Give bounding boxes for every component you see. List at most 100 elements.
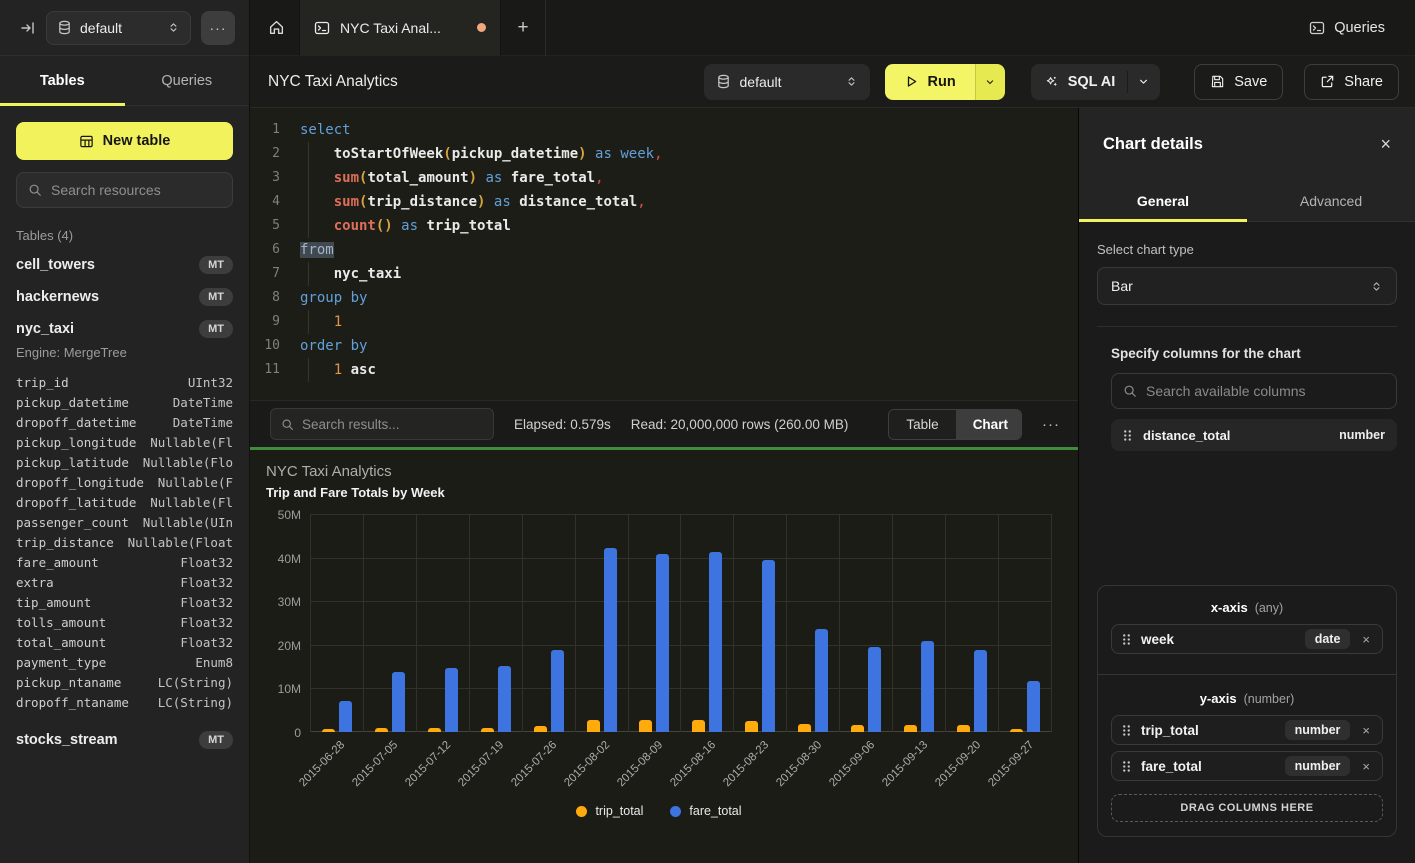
y-axis-tick: 30M bbox=[261, 595, 301, 609]
divider bbox=[1097, 326, 1397, 327]
y-axis-chip-fare-total[interactable]: fare_total number × bbox=[1111, 751, 1383, 781]
new-table-button[interactable]: New table bbox=[16, 122, 233, 160]
column-name: passenger_count bbox=[16, 515, 129, 530]
x-axis-label: 2015-07-05 bbox=[351, 739, 401, 789]
type-badge: date bbox=[1305, 629, 1351, 649]
line-number: 2 bbox=[250, 142, 280, 166]
chart-plot: 010M20M30M40M50M bbox=[310, 514, 1052, 732]
available-column-chip[interactable]: distance_total number bbox=[1111, 419, 1397, 451]
code-line: order by bbox=[300, 334, 1078, 358]
table-name: stocks_stream bbox=[16, 732, 118, 748]
table-row[interactable]: hackernewsMT bbox=[0, 281, 249, 313]
engine-badge: MT bbox=[199, 288, 233, 306]
chevron-down-icon[interactable] bbox=[1137, 75, 1150, 88]
read-stat: Read: 20,000,000 rows (260.00 MB) bbox=[631, 417, 849, 432]
bar-fare_total bbox=[498, 666, 511, 732]
chart-x-axis: 2015-06-282015-07-052015-07-122015-07-19… bbox=[310, 732, 1052, 798]
results-more-button[interactable]: ··· bbox=[1042, 416, 1060, 433]
remove-icon[interactable]: × bbox=[1360, 760, 1372, 773]
column-type: Nullable(Fl bbox=[150, 495, 233, 510]
column-name: pickup_datetime bbox=[16, 395, 129, 410]
tab-strip: NYC Taxi Anal... + Queries bbox=[250, 0, 1415, 56]
tables-list: cell_towersMThackernewsMTnyc_taxiMTEngin… bbox=[0, 249, 249, 756]
indent-guide bbox=[308, 142, 309, 166]
bar-trip_total bbox=[692, 720, 705, 732]
search-resources-input[interactable] bbox=[51, 182, 221, 198]
engine-badge: MT bbox=[199, 731, 233, 749]
drag-handle-icon[interactable] bbox=[1122, 760, 1131, 773]
x-axis-label: 2015-07-12 bbox=[404, 739, 454, 789]
queries-link[interactable]: Queries bbox=[1309, 20, 1385, 36]
line-number: 1 bbox=[250, 118, 280, 142]
chart-type-select[interactable]: Bar bbox=[1097, 267, 1397, 305]
chart-view-toggle[interactable]: Chart bbox=[956, 410, 1022, 439]
query-header: NYC Taxi Analytics default Run bbox=[250, 56, 1415, 108]
search-icon bbox=[281, 418, 294, 431]
run-options-button[interactable] bbox=[975, 64, 1005, 100]
tab-advanced[interactable]: Advanced bbox=[1247, 180, 1415, 221]
drag-handle-icon[interactable] bbox=[1122, 633, 1131, 646]
collapse-sidebar-icon[interactable] bbox=[20, 20, 36, 36]
sidebar-tab-queries[interactable]: Queries bbox=[125, 56, 250, 105]
x-axis-chip-week[interactable]: week date × bbox=[1111, 624, 1383, 654]
header-database-selector[interactable]: default bbox=[704, 64, 870, 100]
sidebar-more-button[interactable]: ··· bbox=[201, 11, 235, 45]
column-row: total_amountFloat32 bbox=[16, 632, 233, 652]
legend-dot bbox=[670, 806, 681, 817]
x-axis-label: 2015-07-26 bbox=[510, 739, 560, 789]
sidebar-database-selector[interactable]: default bbox=[46, 11, 191, 45]
table-view-toggle[interactable]: Table bbox=[889, 410, 955, 439]
legend-item-trip_total[interactable]: trip_total bbox=[576, 804, 643, 818]
column-row: pickup_datetime DateTime bbox=[16, 392, 233, 412]
drop-zone[interactable]: DRAG COLUMNS HERE bbox=[1111, 794, 1383, 822]
column-type: Nullable(Fl bbox=[150, 435, 233, 450]
sidebar-tab-tables[interactable]: Tables bbox=[0, 56, 125, 105]
run-button[interactable]: Run bbox=[885, 64, 975, 100]
indent-guide bbox=[308, 214, 309, 238]
column-name: pickup_latitude bbox=[16, 455, 129, 470]
active-tab-underline bbox=[1079, 219, 1247, 222]
chart-subtitle: Trip and Fare Totals by Week bbox=[266, 485, 1052, 500]
tab-general[interactable]: General bbox=[1079, 180, 1247, 221]
table-row[interactable]: nyc_taxiMT bbox=[0, 313, 249, 345]
code-line: 1 bbox=[300, 310, 1078, 334]
search-results-input[interactable] bbox=[302, 417, 483, 432]
table-row[interactable]: cell_towersMT bbox=[0, 249, 249, 281]
x-axis-label: 2015-08-02 bbox=[563, 739, 613, 789]
code-line: select bbox=[300, 118, 1078, 142]
legend-label: fare_total bbox=[689, 804, 741, 818]
search-columns-input[interactable] bbox=[1146, 383, 1385, 399]
drag-handle-icon[interactable] bbox=[1122, 724, 1131, 737]
indent-guide bbox=[308, 190, 309, 214]
remove-icon[interactable]: × bbox=[1360, 633, 1372, 646]
y-axis-chip-trip-total[interactable]: trip_total number × bbox=[1111, 715, 1383, 745]
home-icon[interactable] bbox=[250, 19, 299, 36]
table-row[interactable]: stocks_stream MT bbox=[0, 724, 249, 756]
elapsed-stat: Elapsed: 0.579s bbox=[514, 417, 611, 432]
drag-handle-icon[interactable] bbox=[1123, 429, 1132, 442]
column-type: DateTime bbox=[173, 395, 233, 410]
sql-ai-button[interactable]: SQL AI bbox=[1031, 64, 1161, 100]
column-name: fare_amount bbox=[16, 555, 99, 570]
column-row: dropoff_datetimeDateTime bbox=[16, 412, 233, 432]
legend-item-fare_total[interactable]: fare_total bbox=[670, 804, 741, 818]
bar-group bbox=[575, 514, 628, 732]
share-button[interactable]: Share bbox=[1304, 64, 1399, 100]
query-tab[interactable]: NYC Taxi Anal... bbox=[299, 0, 501, 56]
close-icon[interactable]: × bbox=[1380, 135, 1391, 153]
save-button[interactable]: Save bbox=[1194, 64, 1283, 100]
column-type: Float32 bbox=[180, 615, 233, 630]
column-name: total_amount bbox=[16, 635, 106, 650]
column-row: passenger_countNullable(UIn bbox=[16, 512, 233, 532]
sql-editor[interactable]: 1234567891011 select toStartOfWeek(picku… bbox=[250, 108, 1078, 400]
type-badge: number bbox=[1285, 720, 1351, 740]
code-line: sum(total_amount) as fare_total, bbox=[300, 166, 1078, 190]
remove-icon[interactable]: × bbox=[1360, 724, 1372, 737]
column-type: number bbox=[1339, 428, 1385, 442]
bar-fare_total bbox=[815, 629, 828, 732]
engine-badge: MT bbox=[199, 320, 233, 338]
add-tab-button[interactable]: + bbox=[501, 17, 545, 39]
line-number: 3 bbox=[250, 166, 280, 190]
chevron-updown-icon bbox=[1370, 280, 1383, 293]
search-icon bbox=[1123, 384, 1137, 398]
